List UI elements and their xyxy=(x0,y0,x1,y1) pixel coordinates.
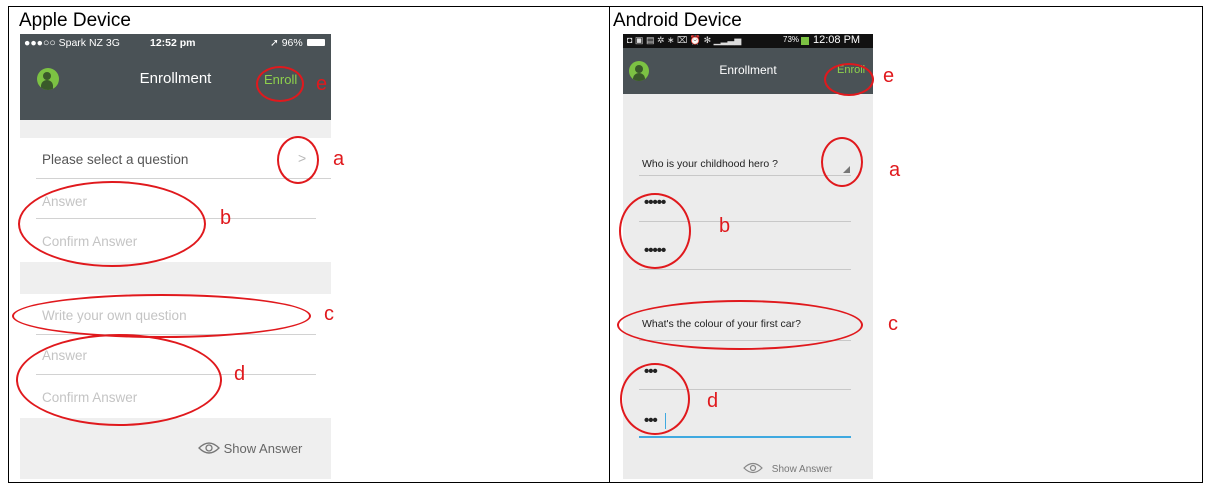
annotation-circle-b xyxy=(619,193,691,269)
annotation-letter-a: a xyxy=(889,159,901,181)
android-heading: Android Device xyxy=(613,10,742,31)
annotation-letter-c: c xyxy=(888,313,898,335)
annotation-circle-a xyxy=(277,136,319,184)
show-answer-label: Show Answer xyxy=(771,464,833,475)
question-select[interactable]: Please select a question xyxy=(42,152,188,167)
carrier-label: ●●●○○ Spark NZ 3G xyxy=(24,37,120,49)
question-dropdown-1[interactable]: Who is your childhood hero ? xyxy=(642,158,778,170)
battery-label: 73% xyxy=(783,35,800,44)
android-status-bar: ◘ ▣ ▤ ✲ ∗ ⌧ ⏰ ✻ ▁▂▃▅ 73% 12:08 PM xyxy=(623,34,873,48)
status-icons: ◘ ▣ ▤ ✲ ∗ ⌧ ⏰ ✻ ▁▂▃▅ xyxy=(627,35,742,45)
apple-heading: Apple Device xyxy=(19,10,131,31)
annotation-letter-d: d xyxy=(234,363,246,385)
annotation-letter-c: c xyxy=(324,303,334,325)
annotation-letter-b: b xyxy=(220,207,232,229)
clock-label: 12:08 PM xyxy=(813,34,861,46)
battery-icon xyxy=(801,37,809,45)
apple-status-bar: ●●●○○ Spark NZ 3G 12:52 pm ➚ 96% xyxy=(20,34,331,52)
annotation-letter-e: e xyxy=(883,65,895,87)
annotation-letter-b: b xyxy=(719,215,731,237)
battery-label: ➚ 96% xyxy=(270,37,303,49)
annotation-circle-c xyxy=(617,300,863,350)
show-answer-label: Show Answer xyxy=(223,441,303,456)
column-divider xyxy=(609,7,610,482)
show-answer-toggle[interactable]: Show Answer xyxy=(743,462,832,475)
annotation-circle-d xyxy=(16,334,222,426)
annotation-circle-e xyxy=(824,63,874,96)
annotation-letter-a: a xyxy=(333,148,345,170)
annotation-circle-e xyxy=(256,66,304,102)
annotation-letter-e: e xyxy=(316,73,328,95)
annotation-circle-b xyxy=(18,181,206,267)
annotation-letter-d: d xyxy=(707,390,719,412)
annotation-circle-a xyxy=(821,137,863,187)
show-answer-toggle[interactable]: Show Answer xyxy=(198,441,302,456)
battery-icon xyxy=(307,39,325,46)
active-field-underline xyxy=(639,436,851,438)
annotation-circle-c xyxy=(12,294,311,338)
eye-icon xyxy=(743,462,766,475)
clock-label: 12:52 pm xyxy=(150,37,196,49)
eye-icon xyxy=(198,441,224,456)
annotation-circle-d xyxy=(620,363,690,435)
